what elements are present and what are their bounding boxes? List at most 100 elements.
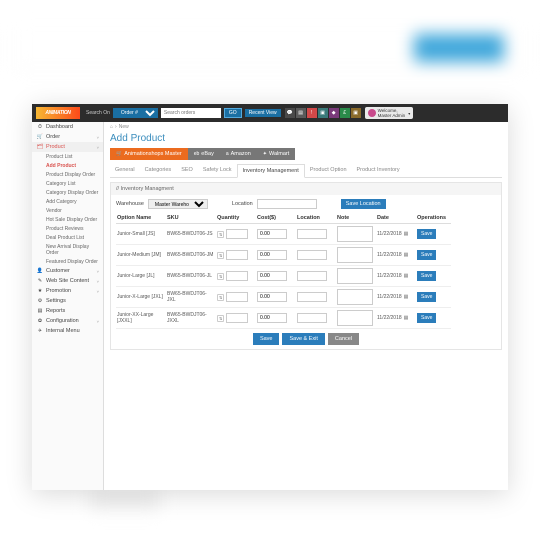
note-input[interactable]	[337, 310, 373, 326]
tab-product-option[interactable]: Product Option	[305, 164, 352, 177]
cost-input[interactable]	[257, 313, 287, 323]
tab-general[interactable]: General	[110, 164, 140, 177]
sidebar-item-customer[interactable]: 👤Customer˅	[32, 266, 103, 276]
home-icon[interactable]: ⌂	[110, 124, 113, 130]
nav-label: Internal Menu	[46, 328, 80, 334]
sidebar-item-settings[interactable]: ⚙Settings	[32, 296, 103, 306]
sidebar-sub-featured-display-order[interactable]: Featured Display Order	[32, 257, 103, 266]
warehouse-select[interactable]: Master Wareho	[148, 199, 208, 209]
sidebar-sub-product-reviews[interactable]: Product Reviews	[32, 224, 103, 233]
search-type-select[interactable]: Order #	[113, 108, 158, 118]
location-input[interactable]	[297, 292, 327, 302]
sidebar-sub-product-list[interactable]: Product List	[32, 152, 103, 161]
note-input[interactable]	[337, 247, 373, 263]
search-input[interactable]	[161, 108, 221, 118]
qty-spinner[interactable]: ⇅	[217, 231, 224, 238]
row-save-button[interactable]: Save	[417, 292, 436, 302]
nav-icon: ✿	[36, 318, 44, 324]
qty-spinner[interactable]: ⇅	[217, 252, 224, 259]
qty-spinner[interactable]: ⇅	[217, 273, 224, 280]
sidebar-sub-add-category[interactable]: Add Category	[32, 197, 103, 206]
sidebar-sub-category-list[interactable]: Category List	[32, 179, 103, 188]
tab-product-inventory[interactable]: Product Inventory	[352, 164, 405, 177]
inventory-table: Option NameSKUQuantityCost($)LocationNot…	[116, 213, 496, 329]
nav-label: Dashboard	[46, 124, 73, 130]
nav-label: Reports	[46, 308, 65, 314]
sidebar-item-promotion[interactable]: ★Promotion˅	[32, 286, 103, 296]
speech-icon[interactable]: 💬	[285, 108, 295, 118]
sidebar-item-reports[interactable]: ▤Reports	[32, 306, 103, 316]
sidebar-item-web-site-content[interactable]: ✎Web Site Content˅	[32, 276, 103, 286]
calendar-icon[interactable]: ▦	[404, 315, 409, 321]
sidebar-item-order[interactable]: 🛒Order˅	[32, 132, 103, 142]
calendar-icon[interactable]: ▦	[404, 252, 409, 258]
row-save-button[interactable]: Save	[417, 313, 436, 323]
location-input[interactable]	[297, 250, 327, 260]
qty-spinner[interactable]: ⇅	[217, 315, 224, 322]
sidebar-sub-vendor[interactable]: Vendor	[32, 206, 103, 215]
sidebar-item-internal-menu[interactable]: ✈Internal Menu	[32, 326, 103, 336]
qty-input[interactable]	[226, 271, 248, 281]
save-button[interactable]: Save	[253, 333, 280, 345]
inventory-section: // Inventory Managment Warehouse Master …	[110, 182, 502, 350]
store-tab-animationshops-master[interactable]: 🛒Animationshops Master	[110, 148, 188, 160]
location-input[interactable]	[297, 313, 327, 323]
note-input[interactable]	[337, 289, 373, 305]
qty-input[interactable]	[226, 292, 248, 302]
tab-safety-lock[interactable]: Safety Lock	[198, 164, 237, 177]
calendar-icon[interactable]: ▦	[404, 273, 409, 279]
note-input[interactable]	[337, 268, 373, 284]
sidebar-sub-deal-product-list[interactable]: Deal Product List	[32, 233, 103, 242]
location-input[interactable]	[297, 229, 327, 239]
qty-spinner[interactable]: ⇅	[217, 294, 224, 301]
sidebar-sub-add-product[interactable]: Add Product	[32, 161, 103, 170]
avatar	[368, 109, 376, 117]
sidebar-item-configuration[interactable]: ✿Configuration ˅	[32, 316, 103, 326]
note-input[interactable]	[337, 226, 373, 242]
box-icon[interactable]: ▣	[318, 108, 328, 118]
save-location-button[interactable]: Save Location	[341, 199, 386, 209]
store-tab-ebay[interactable]: ebeBay	[188, 148, 220, 160]
qty-input[interactable]	[226, 250, 248, 260]
nav-label: Configuration	[46, 318, 79, 324]
location-input[interactable]	[297, 271, 327, 281]
sidebar-item-product[interactable]: 🗂Product˅	[32, 142, 103, 152]
option-name: Junior-X-Large [JXL]	[116, 287, 166, 308]
sidebar-sub-product-display-order[interactable]: Product Display Order	[32, 170, 103, 179]
money-icon[interactable]: £	[340, 108, 350, 118]
sidebar-item-dashboard[interactable]: ⏱Dashboard	[32, 122, 103, 132]
cost-input[interactable]	[257, 271, 287, 281]
qty-input[interactable]	[226, 229, 248, 239]
calendar-icon[interactable]: ▦	[404, 231, 409, 237]
cost-input[interactable]	[257, 292, 287, 302]
save-exit-button[interactable]: Save & Exit	[282, 333, 324, 345]
store-tab-walmart[interactable]: ✦Walmart	[257, 148, 295, 160]
location-input[interactable]	[257, 199, 317, 209]
chevron-down-icon: ˅	[97, 319, 99, 324]
recent-view-button[interactable]: Recent View	[245, 109, 281, 117]
tab-categories[interactable]: Categories	[140, 164, 177, 177]
cost-input[interactable]	[257, 250, 287, 260]
qty-input[interactable]	[226, 313, 248, 323]
calendar-icon[interactable]: ▦	[404, 294, 409, 300]
tag-icon[interactable]: ◆	[329, 108, 339, 118]
row-save-button[interactable]: Save	[417, 229, 436, 239]
cost-input[interactable]	[257, 229, 287, 239]
user-menu[interactable]: Welcome, Master Admin ▾	[365, 107, 414, 119]
alert-icon[interactable]: !	[307, 108, 317, 118]
col-cost-: Cost($)	[256, 213, 296, 224]
row-save-button[interactable]: Save	[417, 271, 436, 281]
go-button[interactable]: GO	[224, 108, 242, 118]
cancel-button[interactable]: Cancel	[328, 333, 359, 345]
tab-inventory-management[interactable]: Inventory Management	[237, 164, 305, 178]
todo-icon[interactable]: ▤	[296, 108, 306, 118]
row-save-button[interactable]: Save	[417, 250, 436, 260]
sku: BW65-BWDJT06-JL	[166, 266, 216, 287]
sidebar-sub-category-display-order[interactable]: Category Display Order	[32, 188, 103, 197]
cart-icon[interactable]: ▣	[351, 108, 361, 118]
store-tab-amazon[interactable]: aAmazon	[220, 148, 257, 160]
option-name: Junior-XX-Large [JXXL]	[116, 308, 166, 329]
sidebar-sub-hot-sale-display-order[interactable]: Hot Sale Display Order	[32, 215, 103, 224]
sidebar-sub-new-arrival-display-order[interactable]: New Arrival Display Order	[32, 242, 103, 257]
tab-seo[interactable]: SEO	[176, 164, 198, 177]
